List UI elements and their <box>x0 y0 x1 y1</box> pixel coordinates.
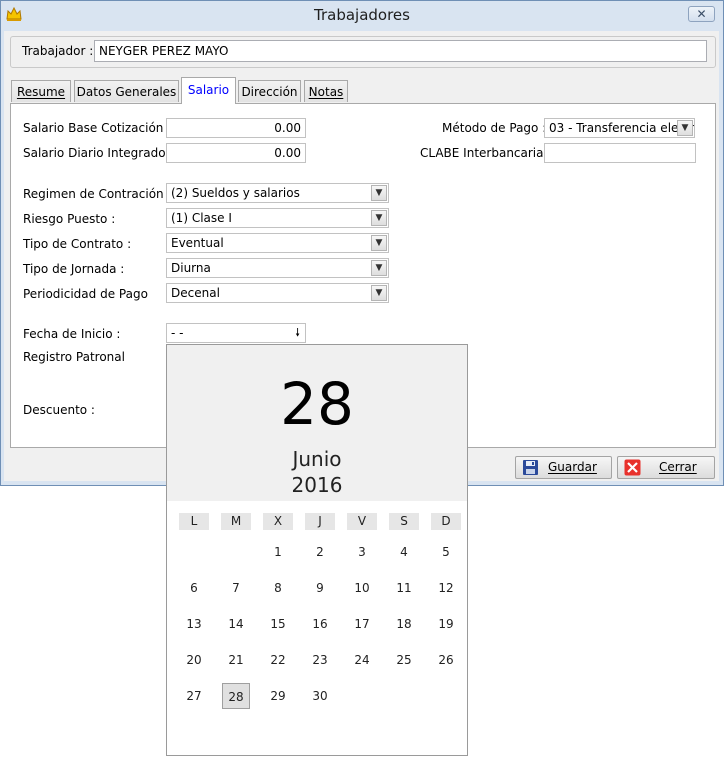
calendar-day[interactable]: 1 <box>264 539 292 565</box>
worker-name-field[interactable]: NEYGER PEREZ MAYO <box>94 40 707 62</box>
floppy-disk-icon <box>522 459 539 476</box>
calendar-day[interactable]: 5 <box>432 539 460 565</box>
calendar-day[interactable]: 13 <box>180 611 208 637</box>
calendar-day[interactable]: 21 <box>222 647 250 673</box>
tab-notas[interactable]: Notas <box>304 80 348 102</box>
chevron-down-icon[interactable]: ▼ <box>677 120 693 136</box>
weekday-header: L <box>179 513 209 530</box>
weekday-header: V <box>347 513 377 530</box>
clabe-field[interactable] <box>544 143 696 163</box>
calendar-day[interactable]: 17 <box>348 611 376 637</box>
calendar-day[interactable]: 24 <box>348 647 376 673</box>
fecha-inicio-value: - - <box>171 326 184 340</box>
periodicidad-select[interactable]: Decenal ▼ <box>166 283 389 303</box>
regimen-label: Regimen de Contración : <box>23 187 172 201</box>
clabe-label: CLABE Interbancaria : <box>420 146 552 160</box>
periodicidad-label: Periodicidad de Pago <box>23 287 148 301</box>
tab-notas-label: Notas <box>308 85 344 99</box>
calendar-header: 28 Junio 2016 <box>167 345 467 501</box>
calendar-day[interactable]: 4 <box>390 539 418 565</box>
tab-datos-generales[interactable]: Datos Generales <box>74 80 179 102</box>
jornada-value: Diurna <box>171 261 211 275</box>
calendar-day[interactable]: 18 <box>390 611 418 637</box>
tab-direccion[interactable]: Dirección <box>238 80 301 102</box>
chevron-down-icon[interactable]: ▼ <box>371 235 387 251</box>
riesgo-label: Riesgo Puesto : <box>23 212 116 226</box>
calendar-day[interactable]: 16 <box>306 611 334 637</box>
tab-datos-generales-label: Datos Generales <box>76 85 177 99</box>
calendar-day[interactable]: 6 <box>180 575 208 601</box>
save-button[interactable]: Guardar <box>515 456 612 479</box>
calendar-day[interactable]: 23 <box>306 647 334 673</box>
metodo-pago-value: 03 - Transferencia electrónica <box>549 121 694 135</box>
calendar-day[interactable]: 15 <box>264 611 292 637</box>
calendar-day[interactable]: 9 <box>306 575 334 601</box>
periodicidad-value: Decenal <box>171 286 220 300</box>
calendar-selected-day: 28 <box>280 370 354 438</box>
calendar-day[interactable]: 10 <box>348 575 376 601</box>
registro-patronal-label: Registro Patronal <box>23 350 125 364</box>
tab-direccion-label: Dirección <box>241 85 298 99</box>
chevron-down-icon[interactable]: ▼ <box>371 210 387 226</box>
jornada-label: Tipo de Jornada : <box>23 262 125 276</box>
cancel-button-label: Cerrar <box>659 460 697 474</box>
regimen-value: (2) Sueldos y salarios <box>171 186 300 200</box>
calendar-day[interactable]: 3 <box>348 539 376 565</box>
weekday-header: D <box>431 513 461 530</box>
tab-salario[interactable]: Salario <box>181 77 236 104</box>
weekday-header: S <box>389 513 419 530</box>
calendar-day[interactable]: 27 <box>180 683 208 709</box>
salario-base-label: Salario Base Cotización : <box>23 121 172 135</box>
descuento-label: Descuento : <box>23 403 95 417</box>
cancel-button[interactable]: Cerrar <box>617 456 715 479</box>
metodo-pago-select[interactable]: 03 - Transferencia electrónica ▼ <box>544 118 695 138</box>
weekday-header: J <box>305 513 335 530</box>
calendar-day[interactable]: 11 <box>390 575 418 601</box>
weekday-header: M <box>221 513 251 530</box>
calendar-month[interactable]: Junio <box>167 447 467 471</box>
fecha-inicio-label: Fecha de Inicio : <box>23 327 121 341</box>
save-button-label: Guardar <box>548 460 597 474</box>
down-arrow-icon[interactable]: 🠗 <box>295 324 300 342</box>
regimen-select[interactable]: (2) Sueldos y salarios ▼ <box>166 183 389 203</box>
date-picker-popup[interactable]: 28 Junio 2016 L M X J V S D 1 2 3 4 5 6 7 8 9 10 11 12 13 14… <box>166 344 468 756</box>
metodo-pago-label: Método de Pago : <box>442 121 547 135</box>
calendar-day[interactable]: 29 <box>264 683 292 709</box>
salario-diario-label: Salario Diario Integrado <box>23 146 166 160</box>
calendar-day[interactable]: 26 <box>432 647 460 673</box>
salario-diario-field[interactable]: 0.00 <box>166 143 306 163</box>
tab-resume-label: Resume <box>16 85 66 99</box>
contrato-label: Tipo de Contrato : <box>23 237 132 251</box>
chevron-down-icon[interactable]: ▼ <box>371 185 387 201</box>
chevron-down-icon[interactable]: ▼ <box>371 285 387 301</box>
tab-salario-label: Salario <box>187 83 230 97</box>
title-bar[interactable]: Trabajadores ✕ <box>0 0 724 30</box>
calendar-day[interactable]: 8 <box>264 575 292 601</box>
close-button[interactable]: ✕ <box>688 6 715 22</box>
red-x-icon <box>624 459 641 476</box>
contrato-value: Eventual <box>171 236 224 250</box>
worker-label: Trabajador : <box>22 44 94 58</box>
calendar-day[interactable]: 25 <box>390 647 418 673</box>
calendar-day[interactable]: 22 <box>264 647 292 673</box>
tab-resume[interactable]: Resume <box>11 80 71 102</box>
calendar-day[interactable]: 19 <box>432 611 460 637</box>
calendar-day-selected[interactable]: 28 <box>222 683 250 709</box>
calendar-day[interactable]: 14 <box>222 611 250 637</box>
calendar-day[interactable]: 12 <box>432 575 460 601</box>
riesgo-value: (1) Clase I <box>171 211 232 225</box>
contrato-select[interactable]: Eventual ▼ <box>166 233 389 253</box>
riesgo-select[interactable]: (1) Clase I ▼ <box>166 208 389 228</box>
window-title: Trabajadores <box>314 6 410 24</box>
fecha-inicio-picker[interactable]: - - 🠗 <box>166 323 306 343</box>
weekday-header: X <box>263 513 293 530</box>
calendar-day[interactable]: 7 <box>222 575 250 601</box>
jornada-select[interactable]: Diurna ▼ <box>166 258 389 278</box>
salario-base-field[interactable]: 0.00 <box>166 118 306 138</box>
chevron-down-icon[interactable]: ▼ <box>371 260 387 276</box>
calendar-day[interactable]: 20 <box>180 647 208 673</box>
calendar-day[interactable]: 2 <box>306 539 334 565</box>
calendar-day[interactable]: 30 <box>306 683 334 709</box>
calendar-year[interactable]: 2016 <box>167 473 467 497</box>
